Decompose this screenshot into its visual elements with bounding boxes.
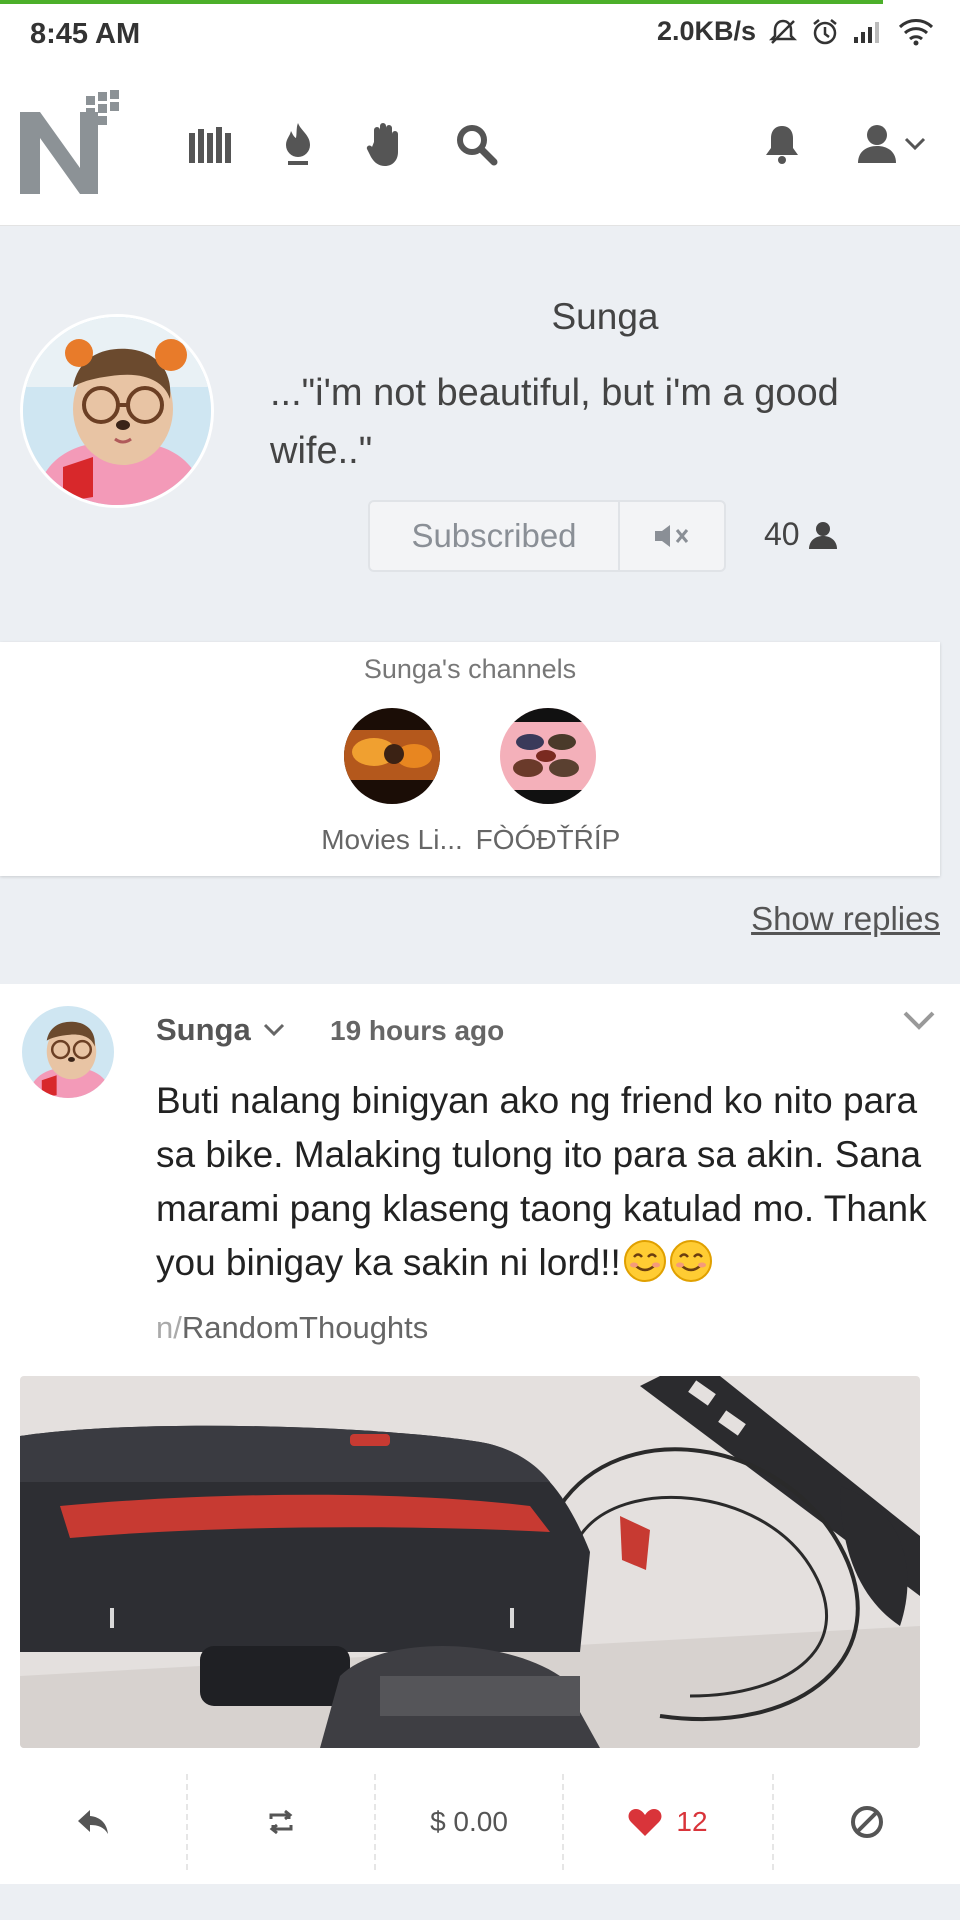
- channels-card: Sunga's channels Movies Li... FÒÓĐŤŔÍP: [0, 642, 940, 876]
- repeat-icon: [269, 1809, 293, 1835]
- heart-icon: [628, 1809, 662, 1836]
- post-body: Buti nalang binigyan ako ng friend ko ni…: [156, 1074, 936, 1290]
- user-icon: [858, 125, 896, 163]
- fire-icon[interactable]: [272, 118, 324, 170]
- wire-amount: $ 0.00: [430, 1806, 508, 1837]
- profile-header: Sunga ..."i'm not beautiful, but i'm a g…: [0, 226, 960, 642]
- user-menu-button[interactable]: [846, 118, 936, 170]
- hand-icon[interactable]: [360, 118, 412, 170]
- smiling-emoji-icon: [669, 1240, 712, 1282]
- status-time: 8:45 AM: [30, 18, 141, 50]
- post-author[interactable]: Sunga: [156, 1012, 285, 1048]
- post-image[interactable]: [20, 1376, 920, 1748]
- notifications-off-icon: [768, 19, 798, 44]
- user-icon: [808, 521, 837, 549]
- status-icons: 2.0KB/s: [657, 16, 934, 47]
- post-tag-prefix: n/: [156, 1310, 182, 1345]
- channel-item[interactable]: Movies Li...: [312, 708, 472, 856]
- profile-bio: ..."i'm not beautiful, but i'm a good wi…: [270, 372, 839, 472]
- like-count: 12: [676, 1806, 708, 1837]
- smiling-emoji-icon: [623, 1240, 666, 1282]
- post-tag-name: RandomThoughts: [181, 1310, 429, 1345]
- channel-thumbnail: [344, 708, 440, 804]
- reply-button[interactable]: [0, 1774, 188, 1870]
- subscribed-button[interactable]: Subscribed: [370, 502, 620, 570]
- channel-item[interactable]: FÒÓĐŤŔÍP: [468, 708, 628, 856]
- like-button[interactable]: 12: [564, 1774, 774, 1870]
- wire-button[interactable]: $ 0.00: [376, 1774, 564, 1870]
- channels-title: Sunga's channels: [363, 654, 577, 684]
- mute-button[interactable]: [620, 502, 724, 570]
- post-timestamp[interactable]: 19 hours ago: [330, 1015, 504, 1047]
- library-icon[interactable]: [184, 118, 236, 170]
- post-menu-button[interactable]: [902, 1010, 936, 1037]
- chevron-down-icon: [903, 1011, 935, 1030]
- channel-thumbnail: [500, 708, 596, 804]
- remind-button[interactable]: [188, 1774, 376, 1870]
- channel-label: FÒÓĐŤŔÍP: [475, 824, 621, 855]
- subscriber-count: 40: [764, 516, 838, 553]
- minds-logo[interactable]: [18, 90, 138, 203]
- channel-label: Movies Li...: [321, 824, 463, 855]
- activity-post: Sunga 19 hours ago Buti nalang binigyan …: [0, 984, 960, 1884]
- search-icon[interactable]: [450, 118, 502, 170]
- post-action-bar: $ 0.00 12: [0, 1774, 960, 1870]
- reply-icon: [78, 1810, 108, 1834]
- alarm-icon: [813, 18, 837, 44]
- profile-name: Sunga: [551, 296, 659, 337]
- chevron-down-icon: [263, 1023, 284, 1037]
- network-speed: 2.0KB/s: [656, 16, 756, 46]
- show-replies-link[interactable]: Show replies: [751, 900, 940, 938]
- wifi-icon: [898, 18, 934, 45]
- status-bar: 8:45 AM 2.0KB/s: [0, 0, 960, 68]
- post-hashtag-link[interactable]: n/RandomThoughts: [156, 1310, 428, 1346]
- signal-icon: [854, 21, 879, 43]
- subscriber-count-value: 40: [764, 516, 800, 552]
- post-author-name: Sunga: [156, 1012, 251, 1047]
- page-load-progress: [0, 0, 884, 4]
- volume-mute-icon: [655, 525, 689, 547]
- top-nav: [0, 68, 960, 226]
- post-author-avatar[interactable]: [20, 1004, 116, 1100]
- subscribe-controls: Subscribed: [368, 500, 726, 572]
- post-body-text: Buti nalang binigyan ako ng friend ko ni…: [156, 1080, 927, 1283]
- chevron-down-icon: [904, 137, 926, 151]
- bell-icon[interactable]: [756, 118, 808, 170]
- profile-avatar[interactable]: [20, 314, 214, 508]
- block-icon: [851, 1806, 883, 1838]
- block-button[interactable]: [774, 1774, 960, 1870]
